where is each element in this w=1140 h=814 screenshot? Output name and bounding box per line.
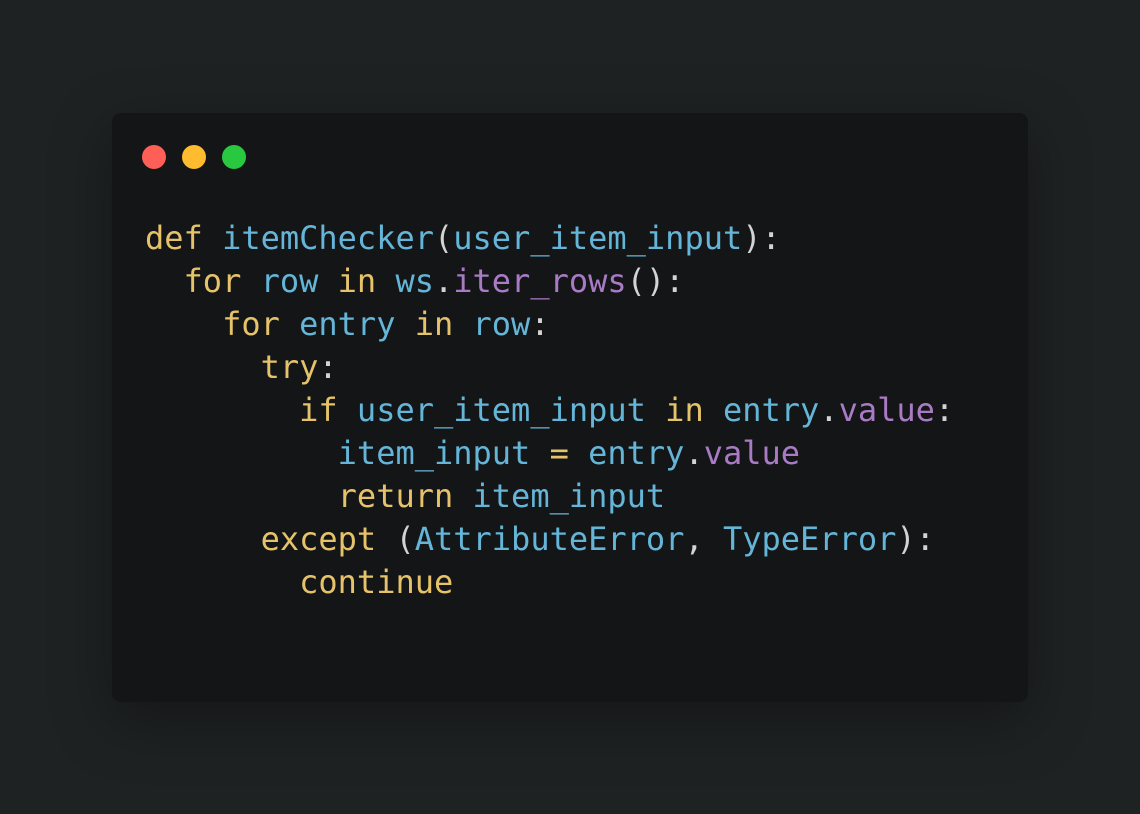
code-token: . [819,391,839,429]
code-token: value [703,434,801,472]
code-token: entry [299,305,396,343]
code-token: : [318,348,338,386]
code-token: entry [588,434,685,472]
background: { "colors": { "background": "#1f2223", "… [0,0,1140,814]
code-token: if [299,391,338,429]
code-token: row [260,262,319,300]
minimize-dot[interactable] [182,145,206,169]
code-line: item_input = entry.value [145,432,954,475]
code-token: def [145,219,203,257]
code-token: (): [626,262,685,300]
code-token: = [549,434,569,472]
code-token: ( [433,219,454,257]
code-line: for row in ws.iter_rows(): [145,260,954,303]
code-token: try [260,348,319,386]
code-token: . [433,262,454,300]
code-token: entry [722,391,820,429]
code-token: . [684,434,704,472]
code-token: ws [395,262,434,300]
code-token: user_item_input [356,391,646,429]
maximize-dot[interactable] [222,145,246,169]
code-token: return [337,477,454,515]
code-line: if user_item_input in entry.value: [145,389,954,432]
code-line: continue [145,561,954,604]
code-token: : [530,305,550,343]
code-token: ( [376,520,415,558]
code-token: ): [742,219,781,257]
code-token: except [260,520,377,558]
code-line: for entry in row: [145,303,954,346]
code-token: in [665,391,704,429]
code-token: in [337,262,377,300]
code-token: row [472,305,531,343]
code-block: def itemChecker(user_item_input): for ro… [145,217,954,604]
code-token: in [414,305,454,343]
code-token: for [183,262,242,300]
code-token: iter_rows [453,262,627,300]
code-token: for [222,305,280,343]
code-token: ): [896,520,935,558]
code-token: TypeError [722,520,897,558]
code-token: item_input [337,434,531,472]
code-token: user_item_input [453,219,743,257]
code-token: continue [299,563,454,601]
code-line: try: [145,346,954,389]
code-token: itemChecker [222,219,434,257]
code-line: except (AttributeError, TypeError): [145,518,954,561]
code-window: def itemChecker(user_item_input): for ro… [112,113,1028,702]
code-line: def itemChecker(user_item_input): [145,217,954,260]
code-token: value [838,391,935,429]
code-token: AttributeError [414,520,685,558]
code-token: , [684,520,723,558]
close-dot[interactable] [142,145,166,169]
code-token: : [934,391,955,429]
code-line: return item_input [145,475,954,518]
code-token: item_input [472,477,666,515]
